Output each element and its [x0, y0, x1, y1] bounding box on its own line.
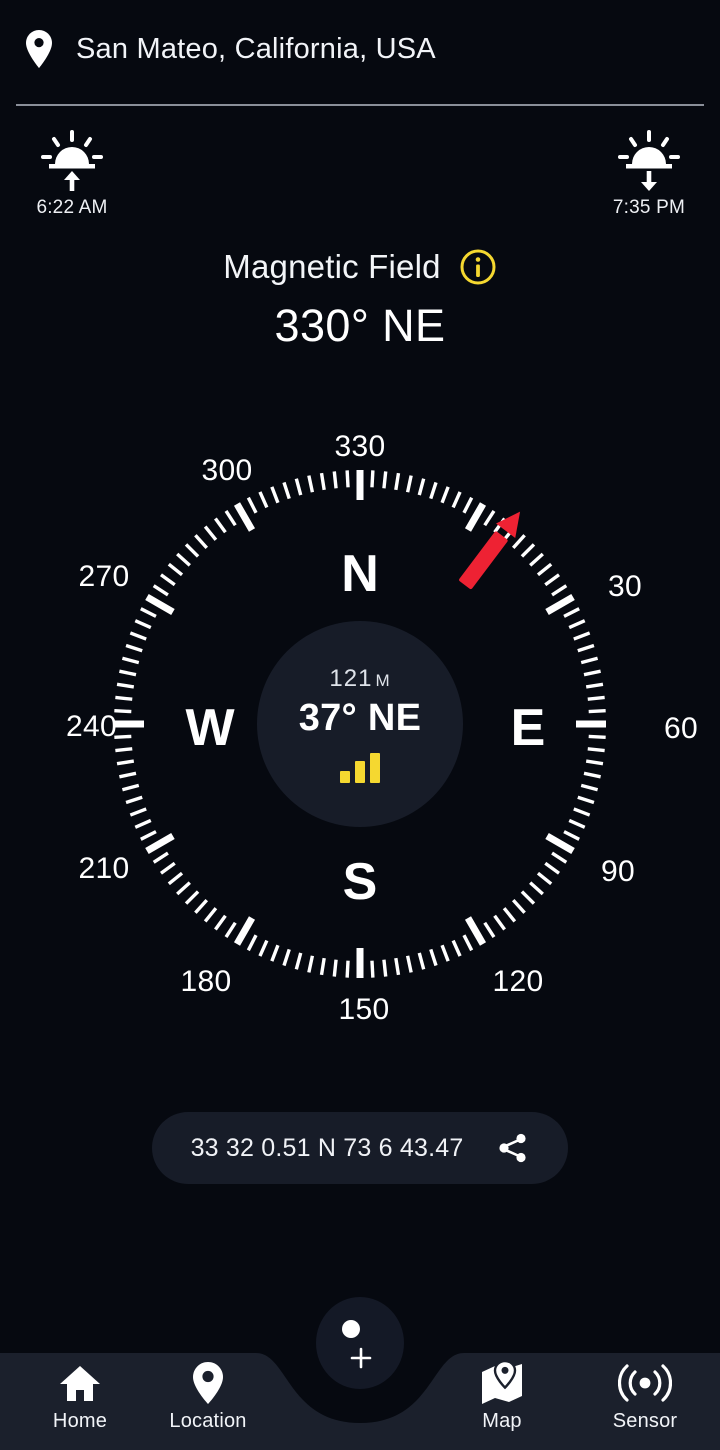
location-pin-icon — [138, 1361, 278, 1405]
location-row[interactable]: San Mateo, California, USA — [24, 30, 436, 68]
compass-dial: N E S W 330 300 270 240 210 180 150 120 … — [60, 420, 698, 1030]
field-strength-value: 121 — [329, 665, 373, 692]
nav-item-home[interactable]: Home — [10, 1361, 150, 1433]
sunset-block: 7:35 PM — [584, 130, 714, 219]
field-strength-unit: Μ — [375, 671, 391, 690]
title-section: Magnetic Field 330° NE — [0, 248, 720, 352]
compass-needle — [459, 511, 521, 590]
nav-item-sensor[interactable]: Sensor — [575, 1361, 715, 1433]
sunset-time: 7:35 PM — [612, 197, 686, 218]
degree-label-240: 240 — [66, 710, 117, 743]
nav-label-location: Location — [169, 1410, 247, 1432]
nav-label-sensor: Sensor — [612, 1410, 678, 1432]
degree-label-90: 90 — [601, 855, 635, 888]
sunset-icon — [584, 130, 714, 192]
title-line: Magnetic Field — [0, 248, 720, 286]
sunrise-icon — [7, 130, 137, 192]
share-icon[interactable] — [497, 1132, 529, 1164]
nav-label-map: Map — [482, 1410, 522, 1432]
bottom-navigation: Home Location Map Sensor — [0, 1331, 720, 1450]
compass-widget[interactable]: N E S W 330 300 270 240 210 180 150 120 … — [60, 420, 698, 1030]
signal-bars-icon — [340, 753, 380, 783]
coordinates-label: 33 32 0.51 N 73 6 43.47 — [190, 1133, 464, 1162]
cardinal-west: W — [185, 699, 235, 757]
page-title: Magnetic Field — [223, 248, 441, 285]
sun-times-row: 6:22 AM 7:35 PM — [0, 130, 720, 240]
coordinates-share-pill[interactable]: 33 32 0.51 N 73 6 43.47 — [152, 1112, 568, 1184]
map-icon — [432, 1361, 572, 1405]
header: San Mateo, California, USA — [0, 0, 720, 108]
sunrise-time: 6:22 AM — [36, 197, 108, 218]
location-label: San Mateo, California, USA — [76, 32, 436, 65]
cardinal-south: S — [342, 853, 378, 911]
sunrise-block: 6:22 AM — [7, 130, 137, 219]
field-strength-readout: 121 Μ — [329, 665, 390, 693]
magnetic-heading-value: 330° NE — [274, 300, 446, 351]
bearing-value: 37° NE — [298, 697, 422, 739]
home-icon — [10, 1361, 150, 1405]
compass-hub[interactable]: 121 Μ 37° NE — [257, 621, 463, 827]
degree-label-180: 180 — [180, 965, 232, 998]
degree-label-30: 30 — [608, 570, 642, 603]
cardinal-north: N — [341, 545, 379, 603]
degree-label-60: 60 — [664, 712, 698, 745]
degree-label-210: 210 — [78, 852, 130, 885]
nav-label-home: Home — [52, 1410, 108, 1432]
header-divider — [16, 104, 704, 106]
degree-label-330: 330 — [334, 430, 386, 463]
bottom-nav-items: Home Location Map Sensor — [0, 1331, 720, 1450]
map-pin-icon — [24, 30, 54, 68]
degree-label-300: 300 — [201, 454, 253, 487]
nav-item-map[interactable]: Map — [432, 1361, 572, 1433]
degree-label-150: 150 — [338, 993, 390, 1026]
compass-app-screen: San Mateo, California, USA 6:22 AM 7:35 … — [0, 0, 720, 1450]
nav-item-location[interactable]: Location — [138, 1361, 278, 1433]
degree-label-270: 270 — [78, 560, 130, 593]
sensor-waves-icon — [575, 1361, 715, 1405]
degree-label-120: 120 — [492, 965, 544, 998]
info-icon[interactable] — [459, 248, 497, 286]
cardinal-east: E — [510, 699, 546, 757]
